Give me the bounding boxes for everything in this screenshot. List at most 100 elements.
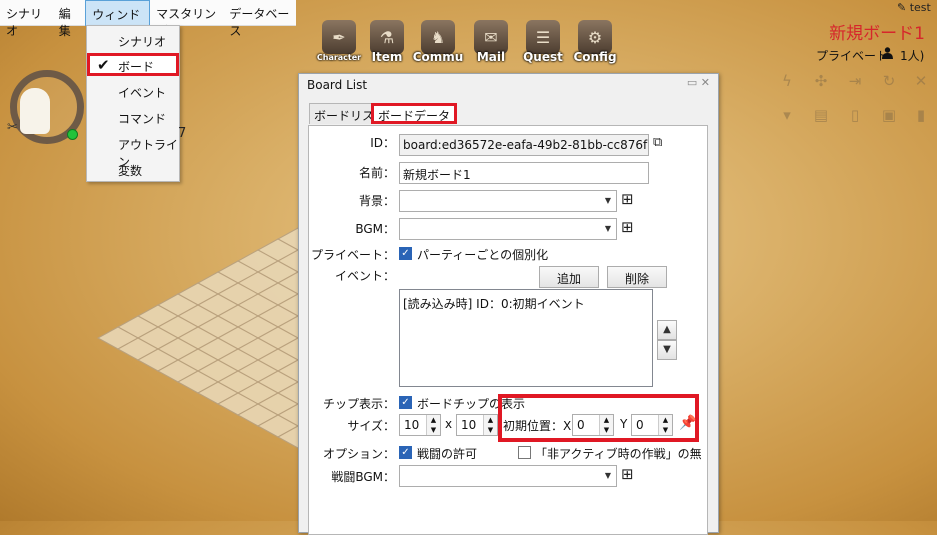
size-height-stepper[interactable]: 10 ▲ ▼ <box>456 414 498 436</box>
list-item[interactable]: [読み込み時] ID：0:初期イベント <box>403 295 649 312</box>
battle-allowed-label: 戦闘の許可 <box>417 447 478 461</box>
name-field[interactable]: 新規ボード1 <box>399 162 649 184</box>
toolbar-config-button[interactable]: ⚙ Config <box>569 20 621 68</box>
bgm-select[interactable]: ▼ <box>399 218 617 240</box>
toolbar-item-button[interactable]: ⚗ Item <box>361 20 413 68</box>
add-file-icon[interactable]: ⊞ <box>621 465 634 483</box>
pin-icon[interactable]: 📌 <box>679 415 696 431</box>
toolbar-item-label: Item <box>371 50 403 64</box>
private-checkbox-label: パーティーごとの個別化 <box>417 248 549 262</box>
add-file-icon[interactable]: ⊞ <box>621 190 634 208</box>
dialog-title: Board List <box>307 78 368 92</box>
menu-window[interactable]: ウィンドウ <box>85 0 151 39</box>
size-times-label: x <box>445 417 453 431</box>
add-file-icon[interactable]: ⊞ <box>621 218 634 236</box>
commu-icon: ♞ <box>421 20 455 54</box>
menu-edit[interactable]: 編集 <box>53 0 85 38</box>
battle-allowed-checkbox[interactable]: ✓ <box>399 446 412 459</box>
board-list-dialog: Board List ▭ ✕ ボードリスト ボードデータ ID： board:e… <box>298 73 719 535</box>
toolbar-character-button[interactable]: ✒ Character <box>313 20 365 68</box>
item-icon: ⚗ <box>370 20 404 54</box>
move-up-button[interactable]: ▲ <box>657 320 677 340</box>
initial-position-x-label: 初期位置：X <box>503 419 572 433</box>
person-icon <box>882 47 893 62</box>
window-menu-variables[interactable]: 変数 <box>87 157 179 181</box>
window-menu-scenario[interactable]: シナリオ <box>87 28 179 52</box>
film-icon[interactable]: ▤ <box>812 106 830 124</box>
user-indicator: ✎ test <box>897 1 931 14</box>
exit-icon[interactable]: ⇥ <box>846 72 864 90</box>
size-label: サイズ： <box>347 419 395 433</box>
id-field[interactable]: board:ed36572e-eafa-49b2-81bb-cc876f5059 <box>399 134 649 156</box>
private-checkbox[interactable]: ✓ <box>399 247 412 260</box>
character-icon: ✒ <box>322 20 356 54</box>
menu-database[interactable]: データベース <box>223 0 296 38</box>
event-list[interactable]: [読み込み時] ID：0:初期イベント <box>399 289 653 387</box>
toolbar-config-label: Config <box>573 50 617 64</box>
battle-bgm-select[interactable]: ▼ <box>399 465 617 487</box>
window-menu-event[interactable]: イベント <box>87 79 179 103</box>
inactive-strategy-checkbox[interactable] <box>518 446 531 459</box>
privacy-label: プライベート <box>816 49 889 63</box>
toolbar-quest-label: Quest <box>523 50 563 64</box>
toolbar-mail-label: Mail <box>476 50 506 64</box>
size-width-value: 10 <box>404 418 420 432</box>
id-label: ID： <box>370 136 395 150</box>
menu-mastering[interactable]: マスタリング <box>150 0 223 38</box>
window-menu-command[interactable]: コマンド <box>87 105 179 129</box>
checkmark-icon: ✔ <box>97 56 110 74</box>
tab-board-data[interactable]: ボードデータ <box>371 103 458 124</box>
initial-x-value: 0 <box>577 418 585 432</box>
config-icon: ⚙ <box>578 20 612 54</box>
inactive-strategy-label: 「非アクティブ時の作戦」の無 <box>535 447 702 461</box>
chevron-down-icon: ▼ <box>604 224 612 233</box>
trash-icon[interactable]: ▯ <box>846 106 864 124</box>
chevron-down-icon: ▼ <box>604 471 612 480</box>
battle-bgm-label: 戦闘BGM： <box>331 470 395 484</box>
bucket-icon[interactable]: ▾ <box>778 106 796 124</box>
toolbar-mail-button[interactable]: ✉ Mail <box>465 20 517 68</box>
chevron-down-icon: ▼ <box>604 196 612 205</box>
pen-icon: ✎ <box>897 1 907 14</box>
stepper-arrows-icon[interactable]: ▲ ▼ <box>426 415 440 435</box>
window-menu-outline[interactable]: アウトライン <box>87 131 179 169</box>
close-board-icon[interactable]: ✕ <box>912 72 930 90</box>
scissors-icon: ✂ <box>7 120 18 135</box>
user-name: test <box>909 1 931 14</box>
target-icon[interactable]: ✣ <box>812 72 830 90</box>
stepper-arrows-icon[interactable]: ▲ ▼ <box>483 415 497 435</box>
window-menu-dropdown: シナリオ ✔ ボード イベント コマンド アウトライン 変数 <box>86 25 180 182</box>
stepper-arrows-icon[interactable]: ▲ ▼ <box>658 415 672 435</box>
delete-event-button[interactable]: 削除 <box>607 266 667 288</box>
player-count: 1人) <box>900 49 925 63</box>
add-event-button[interactable]: 追加 <box>539 266 599 288</box>
initial-y-stepper[interactable]: 0 ▲ ▼ <box>631 414 673 436</box>
menu-bar: シナリオ 編集 ウィンドウ マスタリング データベース <box>0 0 296 39</box>
player-digit: 7 <box>178 126 187 141</box>
refresh-icon[interactable]: ↻ <box>880 72 898 90</box>
lightning-icon[interactable]: ϟ <box>778 72 796 90</box>
toolbar-quest-button[interactable]: ☰ Quest <box>517 20 569 68</box>
box-icon[interactable]: ▣ <box>880 106 898 124</box>
initial-x-stepper[interactable]: 0 ▲ ▼ <box>572 414 614 436</box>
board-data-pane: ID： board:ed36572e-eafa-49b2-81bb-cc876f… <box>308 125 708 535</box>
minimize-icon[interactable]: ▭ <box>687 76 697 89</box>
arrow-down-icon: ▼ <box>663 344 671 355</box>
dialog-window-controls: ▭ ✕ <box>687 76 710 89</box>
stepper-arrows-icon[interactable]: ▲ ▼ <box>599 415 613 435</box>
delete-icon[interactable]: ▮ <box>912 106 930 124</box>
move-down-button[interactable]: ▼ <box>657 340 677 360</box>
copy-icon[interactable]: ⧉ <box>653 135 662 150</box>
initial-position-y-label: Y <box>620 417 628 431</box>
chip-display-checkbox[interactable]: ✓ <box>399 396 412 409</box>
size-width-stepper[interactable]: 10 ▲ ▼ <box>399 414 441 436</box>
menu-scenario[interactable]: シナリオ <box>0 0 53 38</box>
background-select[interactable]: ▼ <box>399 190 617 212</box>
close-icon[interactable]: ✕ <box>701 76 710 89</box>
option-label: オプション： <box>322 447 395 461</box>
toolbar-commu-button[interactable]: ♞ Commu <box>412 20 464 68</box>
chip-display-label: チップ表示： <box>322 397 395 411</box>
initial-y-value: 0 <box>636 418 644 432</box>
window-menu-board[interactable]: ✔ ボード <box>87 53 179 76</box>
online-status-dot <box>67 129 78 140</box>
